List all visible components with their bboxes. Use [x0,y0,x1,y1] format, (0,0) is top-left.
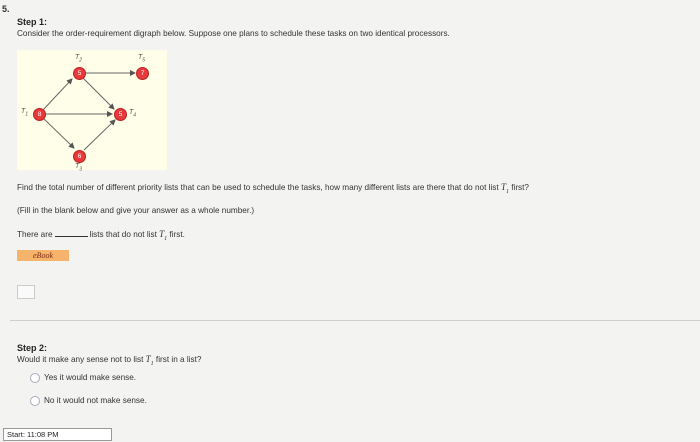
edge-t1-t2 [42,78,73,111]
ebook-button[interactable]: eBook [17,250,69,261]
answer-sentence: There are lists that do not list T1 first… [17,227,185,242]
step1-title: Step 1: [17,17,48,27]
start-time-badge: Start: 11:08 PM [3,428,112,441]
label-t1: T1 [21,108,29,118]
label-t3: T3 [75,163,83,173]
answer-prefix: There are [17,230,53,239]
step1-question: Find the total number of different prior… [17,182,529,195]
radio-no[interactable] [30,396,40,406]
edge-t3-t4 [83,119,116,151]
step1-text: Consider the order-requirement digraph b… [17,29,450,38]
node-t5: 7 [136,67,149,80]
question-number: 5. [2,4,10,14]
option-no-label[interactable]: No it would not make sense. [44,396,147,405]
node-t2: 5 [73,67,86,80]
node-t3: 6 [73,150,86,163]
step1-instruction: (Fill in the blank below and give your a… [17,206,255,215]
edge-t1-t3 [42,117,75,149]
answer-box[interactable] [17,285,35,299]
radio-yes[interactable] [30,373,40,383]
label-t4: T4 [129,109,137,119]
node-t1: 8 [33,108,46,121]
label-t2: T2 [75,54,83,64]
step2-title: Step 2: [17,343,48,353]
step2-question: Would it make any sense not to list T1 f… [17,354,202,367]
order-requirement-digraph: 8 5 6 5 7 T1 T2 T3 T4 T5 [17,50,167,173]
option-yes-label[interactable]: Yes it would make sense. [44,373,136,382]
answer-blank-input[interactable] [54,227,88,237]
edge-t2-t4 [82,77,115,110]
label-t5: T5 [138,54,146,64]
t1-var: T1 [500,182,509,195]
node-t4: 5 [114,108,127,121]
section-divider [10,320,700,321]
